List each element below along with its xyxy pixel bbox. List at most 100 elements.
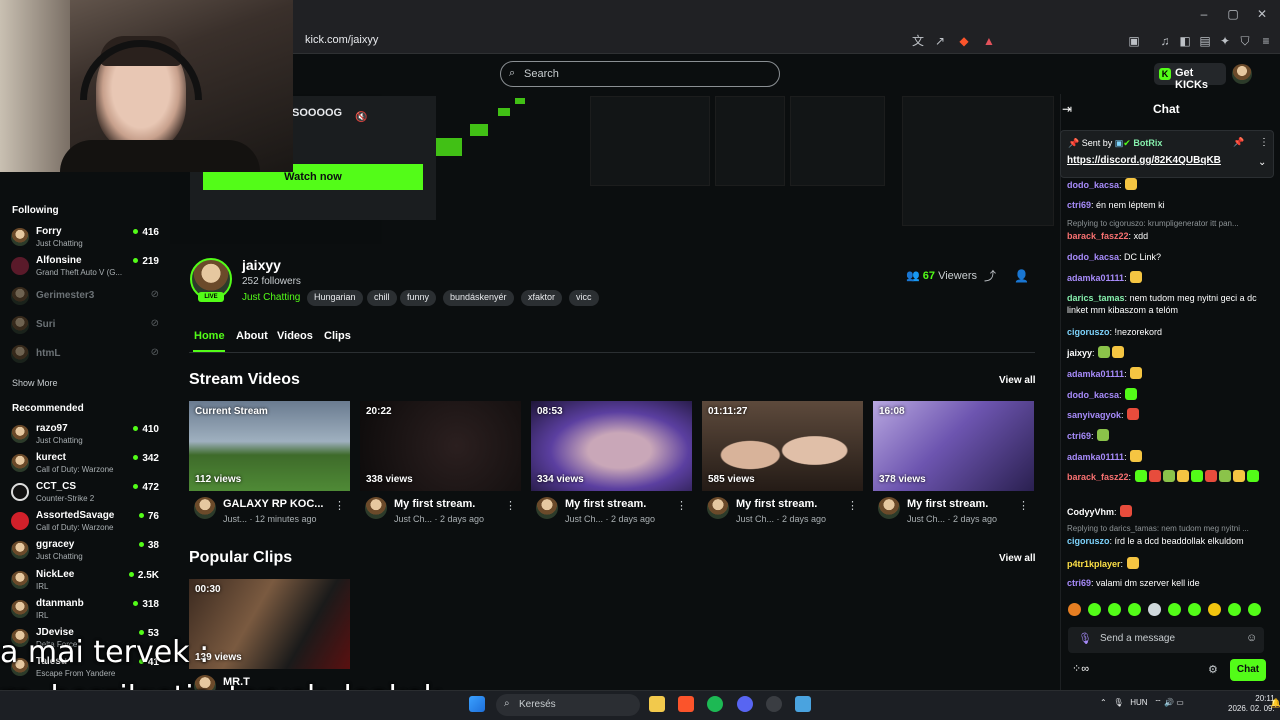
more-options-icon[interactable]: ⋮	[505, 499, 516, 512]
get-kicks-button[interactable]: K Get KICKs	[1154, 63, 1226, 91]
wifi-icon[interactable]: ⌔	[1154, 698, 1162, 707]
tag-funny[interactable]: funny	[400, 290, 437, 306]
chat-username[interactable]: dodo_kacsa	[1067, 252, 1119, 262]
notification-icon[interactable]: 🔔	[1270, 698, 1280, 709]
wallet-icon[interactable]: ▤	[1198, 34, 1212, 48]
discord-icon[interactable]	[737, 696, 753, 712]
chat-username[interactable]: ctri69	[1067, 578, 1091, 588]
app-icon[interactable]	[766, 696, 782, 712]
tag-chill[interactable]: chill	[367, 290, 397, 306]
rewards-icon[interactable]: ▲	[982, 34, 996, 48]
sidebar-channel-assortedsavage[interactable]: AssortedSavage Call of Duty: Warzone 76	[11, 509, 161, 537]
emote-icon[interactable]	[1127, 408, 1140, 420]
taskbar-search[interactable]: ⌕ Keresés	[496, 694, 640, 716]
pinned-menu-icon[interactable]: ⋮	[1259, 137, 1269, 148]
emote-icon[interactable]	[1130, 367, 1143, 379]
sidebar-channel-dtanmanb[interactable]: dtanmanb IRL 318	[11, 597, 161, 625]
more-options-icon[interactable]: ⋮	[1018, 499, 1029, 512]
chat-username[interactable]: dodo_kacsa	[1067, 180, 1119, 190]
chat-settings-icon[interactable]: ⁘∞	[1072, 662, 1089, 675]
windows-start-icon[interactable]	[469, 696, 485, 712]
video-card[interactable]: Current Stream 112 views GALAXY RP KOC...…	[189, 401, 350, 533]
user-avatar[interactable]	[1232, 64, 1252, 84]
sidebar-channel-cct-cs[interactable]: CCT_CS Counter-Strike 2 472	[11, 480, 161, 508]
chat-username[interactable]: p4tr1kplayer	[1067, 559, 1121, 569]
chat-username[interactable]: ctri69	[1067, 200, 1091, 210]
emote-icon[interactable]	[1108, 603, 1121, 616]
mic-icon[interactable]: 🎙	[1113, 698, 1123, 707]
emote-bar[interactable]	[1068, 603, 1268, 619]
search-input[interactable]: ⌕ Search	[500, 61, 780, 87]
sidebar-channel-kurect[interactable]: kurect Call of Duty: Warzone 342	[11, 451, 161, 479]
emote-icon[interactable]	[1098, 346, 1111, 358]
emote-icon[interactable]	[1112, 346, 1125, 358]
emote-icon[interactable]	[1218, 470, 1231, 482]
more-options-icon[interactable]: ⋮	[676, 499, 687, 512]
sidebar-channel-razo97[interactable]: razo97 Just Chatting 410	[11, 422, 161, 450]
brave-shield-icon[interactable]: ◆	[957, 34, 971, 48]
unpin-icon[interactable]: 📌	[1233, 137, 1244, 148]
tab-clips[interactable]: Clips	[324, 330, 351, 342]
emote-icon[interactable]	[1068, 603, 1081, 616]
video-card[interactable]: 20:22 338 views My first stream. Just Ch..…	[360, 401, 521, 533]
tag-bundaskenyer[interactable]: bundáskenyér	[443, 290, 514, 306]
video-card[interactable]: 01:11:27 585 views My first stream. Just C…	[702, 401, 863, 533]
tag-vicc[interactable]: vicc	[569, 290, 599, 306]
send-chat-button[interactable]: Chat	[1230, 659, 1266, 681]
chat-username[interactable]: adamka01111	[1067, 452, 1124, 462]
video-thumbnail[interactable]: 01:11:27 585 views	[702, 401, 863, 491]
chat-username[interactable]: cigoruszo	[1067, 327, 1110, 337]
spotify-icon[interactable]	[707, 696, 723, 712]
emote-icon[interactable]	[1088, 603, 1101, 616]
emote-icon[interactable]	[1126, 557, 1139, 569]
clip-thumbnail[interactable]: 00:30 139 views	[189, 579, 350, 669]
url-text[interactable]: kick.com/jaixyy	[305, 34, 378, 46]
chat-username[interactable]: ctri69	[1067, 431, 1091, 441]
emote-icon[interactable]	[1162, 470, 1175, 482]
translate-icon[interactable]: 文	[911, 34, 925, 48]
tab-videos[interactable]: Videos	[277, 330, 313, 342]
emote-icon[interactable]	[1120, 505, 1133, 517]
more-options-icon[interactable]: ⋮	[334, 499, 345, 512]
sidebar-channel-ggracey[interactable]: ggracey Just Chatting 38	[11, 538, 161, 566]
minimize-icon[interactable]: –	[1197, 7, 1211, 21]
chat-username[interactable]: CodyyVhm	[1067, 507, 1114, 517]
emote-icon[interactable]	[1125, 388, 1138, 400]
video-title[interactable]: My first stream.	[394, 498, 506, 510]
video-card[interactable]: 08:53 334 views My first stream. Just Ch..…	[531, 401, 692, 533]
volume-icon[interactable]: 🔊	[1164, 698, 1174, 707]
chat-username[interactable]: barack_fasz22	[1067, 231, 1129, 241]
more-options-icon[interactable]: ⋮	[847, 499, 858, 512]
channel-category-link[interactable]: Just Chatting	[242, 292, 300, 303]
share-icon[interactable]: ↗	[933, 34, 947, 48]
expand-icon[interactable]: ⌄	[1258, 157, 1266, 168]
emote-icon[interactable]	[1125, 178, 1138, 190]
share-icon[interactable]: ⤴	[983, 269, 997, 283]
emote-icon[interactable]	[1134, 470, 1147, 482]
pinned-username[interactable]: BotRix	[1133, 138, 1162, 148]
music-icon[interactable]: ♫	[1158, 34, 1172, 48]
sidebar-channel-suri[interactable]: Suri ⊘	[11, 313, 161, 341]
popular-clips-view-all[interactable]: View all	[999, 553, 1036, 564]
collapse-chat-icon[interactable]: ⇥	[1060, 102, 1074, 116]
chat-username[interactable]: sanyivagyok	[1067, 410, 1121, 420]
video-thumbnail[interactable]: Current Stream 112 views	[189, 401, 350, 491]
close-icon[interactable]: ✕	[1255, 7, 1269, 21]
emote-icon[interactable]	[1248, 603, 1261, 616]
menu-icon[interactable]: ≡	[1259, 34, 1273, 48]
chat-username[interactable]: dodo_kacsa	[1067, 390, 1119, 400]
panel-icon[interactable]: ◧	[1178, 34, 1192, 48]
video-title[interactable]: My first stream.	[736, 498, 848, 510]
stream-videos-view-all[interactable]: View all	[999, 375, 1036, 386]
emote-icon[interactable]	[1190, 470, 1203, 482]
pinned-link[interactable]: https://discord.gg/82K4QUBqKB	[1067, 155, 1221, 166]
leo-icon[interactable]: ✦	[1218, 34, 1232, 48]
chat-username[interactable]: adamka01111	[1067, 369, 1124, 379]
sidebar-channel-alfonsine[interactable]: Alfonsine Grand Theft Auto V (G... 219	[11, 254, 161, 282]
sidebar-channel-forry[interactable]: Forry Just Chatting 416	[11, 225, 161, 253]
battery-icon[interactable]: ▭	[1176, 698, 1184, 707]
tab-home[interactable]: Home	[194, 330, 225, 342]
video-thumbnail[interactable]: 16:08 378 views	[873, 401, 1034, 491]
sidebar-channel-nicklee[interactable]: NickLee IRL 2.5K	[11, 568, 161, 596]
chat-username[interactable]: barack_fasz22	[1067, 472, 1129, 482]
